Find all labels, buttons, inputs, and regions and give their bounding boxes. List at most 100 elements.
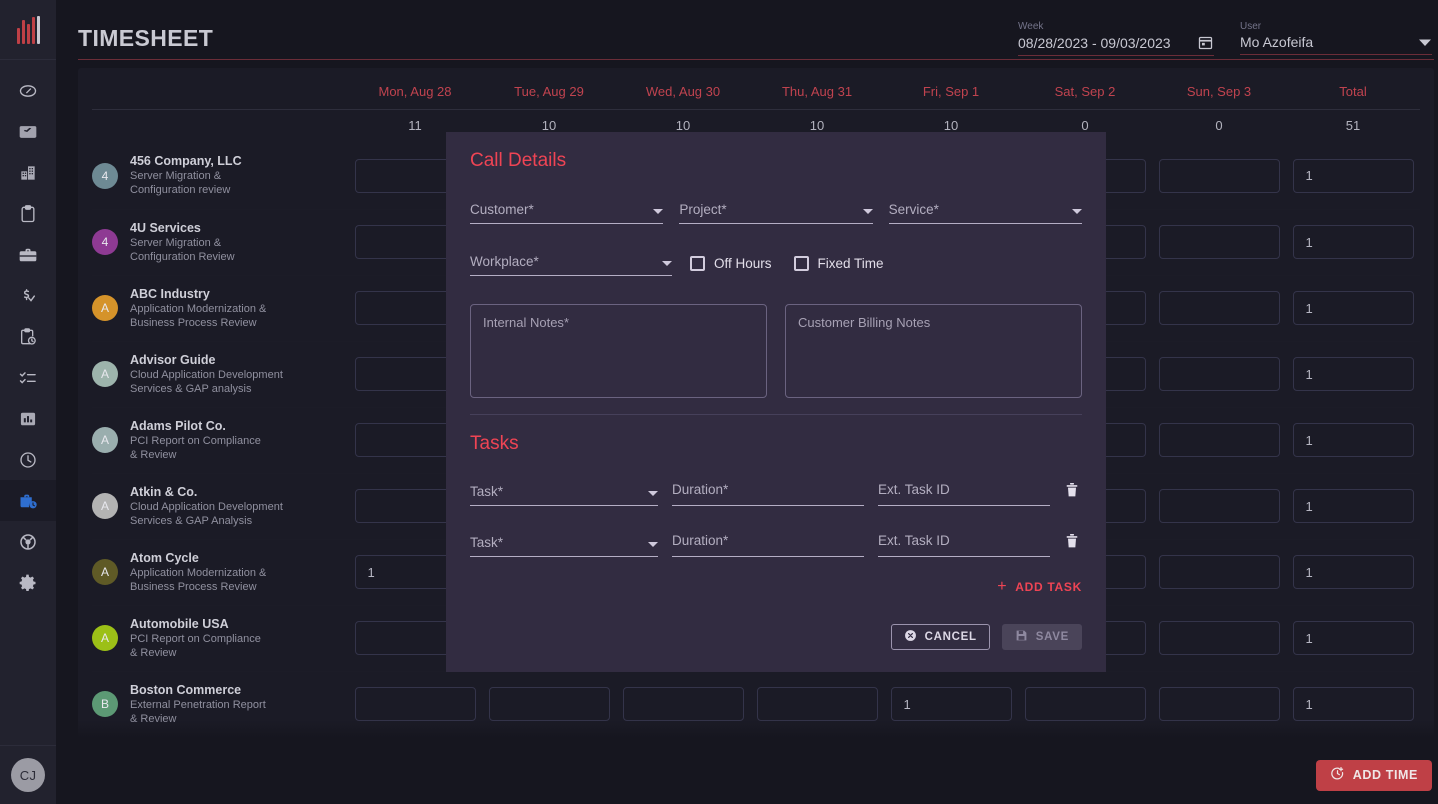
hour-cell[interactable]: 1 — [884, 671, 1018, 737]
hour-cell[interactable] — [1152, 671, 1286, 737]
user-avatar-container[interactable]: CJ — [0, 745, 56, 804]
hour-input[interactable] — [1159, 159, 1280, 193]
save-button[interactable]: SAVE — [1002, 624, 1082, 650]
sidebar-item-reports[interactable] — [0, 398, 56, 439]
row-total-cell: 1 — [1286, 143, 1420, 209]
sidebar-item-projects[interactable] — [0, 193, 56, 234]
sidebar-item-support[interactable] — [0, 521, 56, 562]
task-select[interactable]: Task* — [470, 535, 658, 557]
chevron-down-icon — [648, 542, 658, 547]
column-header-sun[interactable]: Sun, Sep 3 — [1152, 68, 1286, 110]
hour-cell[interactable] — [750, 671, 884, 737]
user-picker[interactable]: User Mo Azofeifa — [1240, 21, 1432, 56]
totals-spacer — [92, 110, 348, 144]
off-hours-checkbox[interactable]: Off Hours — [690, 256, 772, 271]
hour-cell[interactable] — [1152, 407, 1286, 473]
project-select[interactable]: Project* — [679, 202, 872, 224]
grand-total: 51 — [1286, 110, 1420, 144]
hour-input[interactable] — [1159, 621, 1280, 655]
user-label: User — [1240, 21, 1432, 32]
hour-input[interactable] — [623, 687, 744, 721]
internal-notes-textarea[interactable]: Internal Notes* — [470, 304, 767, 398]
hour-cell[interactable] — [482, 671, 616, 737]
header-spacer — [92, 68, 348, 110]
hour-input[interactable] — [1159, 423, 1280, 457]
hour-cell[interactable] — [348, 671, 482, 737]
logo-bars-icon — [17, 16, 40, 44]
hour-input[interactable] — [355, 687, 476, 721]
table-row-partial: Beverly Bootstrans — [92, 737, 1420, 746]
chevron-down-icon[interactable] — [1418, 38, 1432, 47]
hour-input[interactable] — [1159, 357, 1280, 391]
hour-input[interactable] — [1025, 687, 1146, 721]
add-time-button[interactable]: ADD TIME — [1316, 760, 1432, 791]
hour-input[interactable] — [1159, 555, 1280, 589]
sidebar-item-time[interactable] — [0, 439, 56, 480]
row-total-cell: 1 — [1286, 539, 1420, 605]
hour-input[interactable] — [757, 687, 878, 721]
column-header-tue[interactable]: Tue, Aug 29 — [482, 68, 616, 110]
add-task-button[interactable]: + ADD TASK — [470, 579, 1082, 595]
task-select[interactable]: Task* — [470, 484, 658, 506]
lifebuoy-icon — [18, 532, 38, 552]
duration-input[interactable]: Duration* — [672, 532, 864, 557]
company-description: PCI Report on Compliance — [130, 632, 261, 646]
add-task-label: ADD TASK — [1015, 580, 1082, 594]
hour-cell[interactable] — [1152, 539, 1286, 605]
hour-input[interactable] — [489, 687, 610, 721]
page-title: TIMESHEET — [78, 25, 213, 60]
column-header-mon[interactable]: Mon, Aug 28 — [348, 68, 482, 110]
service-select[interactable]: Service* — [889, 202, 1082, 224]
company-name: Atom Cycle — [130, 551, 266, 566]
workplace-select[interactable]: Workplace* — [470, 254, 672, 276]
sidebar-item-companies[interactable] — [0, 152, 56, 193]
hour-input[interactable] — [1159, 489, 1280, 523]
app-logo[interactable] — [0, 0, 56, 60]
hour-cell[interactable] — [1152, 143, 1286, 209]
customer-label: Customer* — [470, 202, 534, 217]
ext-task-id-input[interactable]: Ext. Task ID — [878, 481, 1050, 506]
duration-input[interactable]: Duration* — [672, 481, 864, 506]
sidebar-item-billing[interactable] — [0, 275, 56, 316]
sidebar-item-timesheet[interactable] — [0, 480, 56, 521]
calendar-icon[interactable] — [1197, 34, 1214, 51]
trash-icon[interactable] — [1064, 532, 1082, 557]
hour-cell[interactable] — [1152, 275, 1286, 341]
sidebar-item-dashboard[interactable] — [0, 70, 56, 111]
hour-cell[interactable] — [1018, 671, 1152, 737]
column-header-sat[interactable]: Sat, Sep 2 — [1018, 68, 1152, 110]
avatar: A — [92, 361, 118, 387]
cancel-button[interactable]: CANCEL — [891, 624, 990, 650]
footer-bar: ADD TIME — [56, 746, 1438, 804]
sidebar: CJ — [0, 0, 56, 804]
sidebar-item-settings[interactable] — [0, 562, 56, 603]
customer-billing-notes-textarea[interactable]: Customer Billing Notes — [785, 304, 1082, 398]
hour-cell[interactable] — [1152, 209, 1286, 275]
week-picker[interactable]: Week 08/28/2023 - 09/03/2023 — [1018, 21, 1214, 56]
row-company-cell: BBoston CommerceExternal Penetration Rep… — [92, 671, 348, 737]
sidebar-item-schedule[interactable] — [0, 316, 56, 357]
customer-select[interactable]: Customer* — [470, 202, 663, 224]
trash-icon[interactable] — [1064, 481, 1082, 506]
sidebar-item-services[interactable] — [0, 234, 56, 275]
day-total-sun: 0 — [1152, 110, 1286, 144]
sidebar-item-travel[interactable] — [0, 111, 56, 152]
column-header-thu[interactable]: Thu, Aug 31 — [750, 68, 884, 110]
hour-cell[interactable] — [1152, 605, 1286, 671]
column-header-fri[interactable]: Fri, Sep 1 — [884, 68, 1018, 110]
company-description: Configuration review — [130, 183, 242, 197]
column-header-wed[interactable]: Wed, Aug 30 — [616, 68, 750, 110]
partial-row-cells — [348, 737, 1420, 746]
hour-input[interactable] — [1159, 687, 1280, 721]
hour-input[interactable] — [1159, 225, 1280, 259]
row-company-cell: AAdvisor GuideCloud Application Developm… — [92, 341, 348, 407]
hour-input[interactable]: 1 — [891, 687, 1012, 721]
hour-cell[interactable] — [1152, 473, 1286, 539]
company-description: Business Process Review — [130, 316, 266, 330]
hour-cell[interactable] — [1152, 341, 1286, 407]
ext-task-id-input[interactable]: Ext. Task ID — [878, 532, 1050, 557]
hour-input[interactable] — [1159, 291, 1280, 325]
hour-cell[interactable] — [616, 671, 750, 737]
sidebar-item-tasks[interactable] — [0, 357, 56, 398]
fixed-time-checkbox[interactable]: Fixed Time — [794, 256, 884, 271]
